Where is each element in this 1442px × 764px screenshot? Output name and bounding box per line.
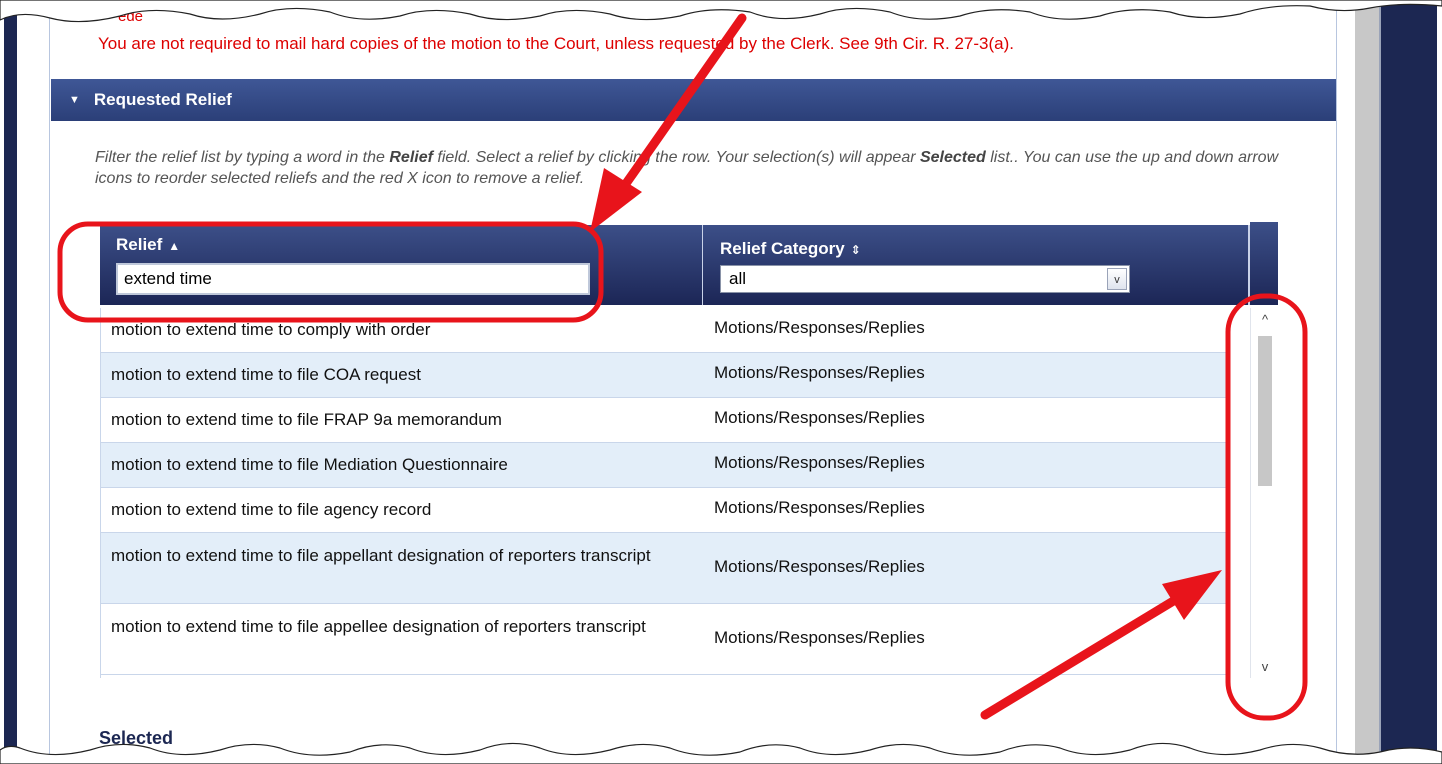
relief-cell: motion to extend time to file COA reques… — [111, 365, 421, 384]
relief-cell: motion to extend time to file appellee d… — [111, 617, 646, 636]
scroll-up-icon[interactable]: ^ — [1251, 312, 1279, 327]
table-row[interactable]: motion to extend time to comply with ord… — [101, 308, 1226, 353]
torn-edge-top — [0, 0, 1442, 23]
collapse-caret-icon[interactable]: ▼ — [69, 94, 80, 106]
table-row[interactable]: motion to extend time to file Mediation … — [101, 443, 1226, 488]
relief-cell: motion to extend time to comply with ord… — [111, 320, 431, 339]
column-header-relief[interactable]: Relief ▲ — [116, 235, 180, 255]
relief-cell: motion to extend time to file FRAP 9a me… — [111, 410, 502, 429]
category-cell: Motions/Responses/Replies — [714, 628, 925, 647]
category-cell: Motions/Responses/Replies — [714, 318, 925, 337]
relief-cell: motion to extend time to file Mediation … — [111, 455, 508, 474]
sort-toggle-icon[interactable]: ⇕ — [851, 243, 861, 257]
scroll-down-icon[interactable]: v — [1251, 659, 1279, 674]
table-row[interactable]: motion to extend time to file COA reques… — [101, 353, 1226, 398]
category-cell: Motions/Responses/Replies — [714, 363, 925, 382]
torn-edge-bottom — [0, 742, 1442, 764]
sort-asc-icon[interactable]: ▲ — [168, 239, 180, 253]
relief-rows: motion to extend time to comply with ord… — [100, 308, 1226, 678]
category-cell: Motions/Responses/Replies — [714, 408, 925, 427]
category-select-value: all — [729, 269, 747, 288]
scrollbar-thumb[interactable] — [1258, 336, 1272, 486]
table-row[interactable]: motion to extend time to file FRAP 9a me… — [101, 398, 1226, 443]
mail-notice: You are not required to mail hard copies… — [98, 34, 1014, 53]
section-title: Requested Relief — [93, 90, 232, 109]
table-row[interactable]: motion to extend time to file appellee d… — [101, 604, 1226, 675]
left-frame — [0, 0, 20, 764]
category-cell: Motions/Responses/Replies — [714, 453, 925, 472]
table-row[interactable]: motion to extend time to file appellant … — [101, 533, 1226, 604]
category-cell: Motions/Responses/Replies — [714, 557, 925, 576]
rows-scrollbar[interactable]: ^ v — [1250, 308, 1279, 678]
relief-filter-input[interactable] — [116, 263, 590, 295]
column-header-relief-category[interactable]: Relief Category ⇕ — [720, 239, 861, 259]
chevron-down-icon[interactable]: v — [1107, 268, 1127, 290]
requested-relief-header[interactable]: ▼ Requested Relief — [51, 79, 1336, 121]
category-cell: Motions/Responses/Replies — [714, 498, 925, 517]
help-text: Filter the relief list by typing a word … — [95, 149, 1279, 187]
relief-category-select[interactable]: all v — [720, 265, 1130, 293]
screenshot-stage: ede You are not required to mail hard co… — [0, 0, 1442, 764]
table-row[interactable]: motion to extend time to file agency rec… — [101, 488, 1226, 533]
relief-cell: motion to extend time to file appellant … — [111, 546, 651, 565]
grid-header: Relief▲ Relief Category⇕ all v — [100, 225, 1250, 305]
right-frame — [1345, 0, 1442, 764]
relief-cell: motion to extend time to file agency rec… — [111, 500, 432, 519]
